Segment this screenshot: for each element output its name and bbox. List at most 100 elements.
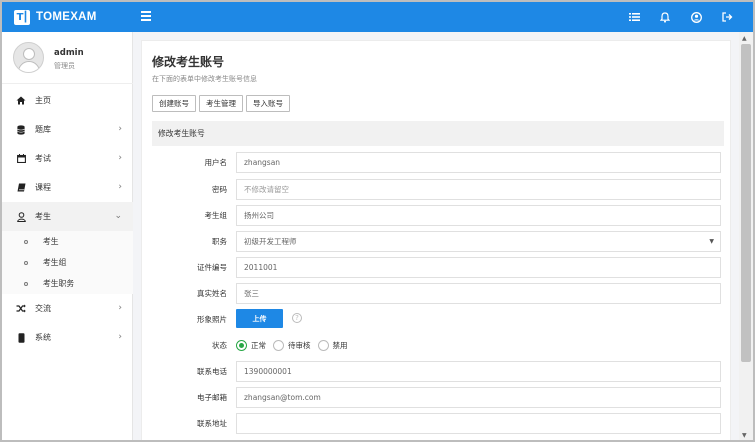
top-icons xyxy=(628,2,733,32)
bell-icon[interactable] xyxy=(659,11,671,23)
candidate-manage-button[interactable]: 考生管理 xyxy=(199,95,243,112)
calendar-icon xyxy=(16,154,26,164)
position-label: 职务 xyxy=(212,237,227,246)
app-frame: T┃ TOMEXAM admin 管理员 主页 题库 › 考试 › 课程 › 考… xyxy=(0,0,755,442)
chevron-right-icon: › xyxy=(118,182,122,192)
chevron-down-icon: ⌄ xyxy=(114,211,122,221)
chevron-right-icon: › xyxy=(118,153,122,163)
radio-checked-icon xyxy=(236,340,247,351)
upload-button[interactable]: 上传 xyxy=(236,309,283,328)
sidebar-item-label: 题库 xyxy=(35,125,51,134)
radio-icon xyxy=(273,340,284,351)
form-row-username: 用户名 zhangsan xyxy=(152,152,724,173)
cert-no-label: 证件编号 xyxy=(197,263,227,272)
submenu-item-candidate-group[interactable]: 考生组 xyxy=(2,252,133,273)
brand-logo: T┃ xyxy=(14,9,30,25)
password-input[interactable]: 不修改请留空 xyxy=(236,179,721,200)
real-name-input[interactable]: 张三 xyxy=(236,283,721,304)
sidebar-item-exam[interactable]: 考试 › xyxy=(2,144,133,173)
cert-no-input[interactable]: 2011001 xyxy=(236,257,721,278)
submenu-item-label: 考生职务 xyxy=(43,279,75,288)
position-select[interactable]: 初级开发工程师 ▼ xyxy=(236,231,721,252)
chevron-right-icon: › xyxy=(118,303,122,313)
status-radio-disabled[interactable]: 禁用 xyxy=(317,340,348,351)
sidebar-item-home[interactable]: 主页 xyxy=(2,86,133,115)
radio-icon xyxy=(317,340,329,351)
chevron-right-icon: › xyxy=(118,124,122,134)
form-row-cert-no: 证件编号 2011001 xyxy=(152,257,724,278)
form-row-status: 状态 正常 待审核 禁用 xyxy=(152,335,724,356)
phone-input[interactable]: 1390000001 xyxy=(236,361,721,382)
scrollbar-thumb[interactable] xyxy=(741,44,751,362)
import-account-button[interactable]: 导入账号 xyxy=(246,95,290,112)
sidebar-menu: 主页 题库 › 考试 › 课程 › 考生 ⌄ 考生 考生组 考生职务 交流 › … xyxy=(2,86,133,352)
form-row-phone: 联系电话 1390000001 xyxy=(152,361,724,382)
scrollbar[interactable]: ▲ ▼ xyxy=(739,32,753,440)
create-account-button[interactable]: 创建账号 xyxy=(152,95,196,112)
section-header: 修改考生账号 xyxy=(152,121,724,146)
page-title: 修改考生账号 xyxy=(152,55,225,69)
username-input[interactable]: zhangsan xyxy=(236,152,721,173)
address-input[interactable] xyxy=(236,413,721,434)
brand-name: TOMEXAM xyxy=(36,11,97,23)
chevron-right-icon: › xyxy=(118,332,122,342)
status-radio-normal[interactable]: 正常 xyxy=(236,340,266,351)
form-row-photo: 形象照片 上传 ? xyxy=(152,309,724,330)
submenu-candidate: 考生 考生组 考生职务 xyxy=(2,231,133,294)
logout-icon[interactable] xyxy=(721,11,733,23)
user-panel: admin 管理员 xyxy=(2,32,133,84)
sidebar-item-label: 考试 xyxy=(35,154,51,163)
scroll-down-icon[interactable]: ▼ xyxy=(742,432,747,439)
scroll-up-icon[interactable]: ▲ xyxy=(742,35,747,42)
brand[interactable]: T┃ TOMEXAM xyxy=(2,2,133,32)
submenu-item-candidate-position[interactable]: 考生职务 xyxy=(2,273,133,294)
sidebar: admin 管理员 主页 题库 › 考试 › 课程 › 考生 ⌄ 考生 考生组 … xyxy=(2,32,133,440)
sidebar-item-label: 交流 xyxy=(35,304,51,313)
username-label: 用户名 xyxy=(204,158,228,167)
radio-label: 禁用 xyxy=(332,341,348,350)
email-input[interactable]: zhangsan@tom.com xyxy=(236,387,721,408)
list-icon[interactable] xyxy=(628,11,640,23)
menu-icon[interactable] xyxy=(141,11,151,21)
real-name-label: 真实姓名 xyxy=(197,289,227,298)
status-radio-pending[interactable]: 待审核 xyxy=(273,340,311,351)
caret-down-icon: ▼ xyxy=(709,238,714,245)
address-label: 联系地址 xyxy=(197,419,227,428)
avatar[interactable] xyxy=(13,42,44,73)
form-row-address: 联系地址 xyxy=(152,413,724,434)
sidebar-item-communication[interactable]: 交流 › xyxy=(2,294,133,323)
book-icon xyxy=(16,183,26,193)
group-label: 考生组 xyxy=(204,211,228,220)
sidebar-item-course[interactable]: 课程 › xyxy=(2,173,133,202)
sidebar-item-candidate[interactable]: 考生 ⌄ xyxy=(2,202,133,231)
status-label: 状态 xyxy=(212,341,227,350)
password-label: 密码 xyxy=(212,185,227,194)
sidebar-item-label: 系统 xyxy=(35,333,51,342)
database-icon xyxy=(16,124,26,135)
user-role: 管理员 xyxy=(54,62,75,70)
user-icon[interactable] xyxy=(690,11,702,23)
bullet-icon xyxy=(24,260,28,265)
group-input[interactable]: 扬州公司 xyxy=(236,205,721,226)
user-name: admin xyxy=(54,48,84,58)
status-radio-group: 正常 待审核 禁用 xyxy=(236,335,348,356)
bullet-icon xyxy=(24,239,28,244)
form-row-position: 职务 初级开发工程师 ▼ xyxy=(152,231,724,252)
sidebar-item-label: 课程 xyxy=(35,183,51,192)
photo-label: 形象照片 xyxy=(197,315,227,324)
sidebar-item-system[interactable]: 系统 › xyxy=(2,323,133,352)
form-row-password: 密码 不修改请留空 xyxy=(152,179,724,200)
form-row-real-name: 真实姓名 张三 xyxy=(152,283,724,304)
sidebar-item-question-bank[interactable]: 题库 › xyxy=(2,115,133,144)
action-buttons: 创建账号 考生管理 导入账号 xyxy=(152,95,290,112)
user-outline-icon xyxy=(16,211,26,222)
page-subtitle: 在下面的表单中修改考生账号信息 xyxy=(152,75,257,83)
phone-label: 联系电话 xyxy=(197,367,227,376)
form-row-group: 考生组 扬州公司 xyxy=(152,205,724,226)
mobile-icon xyxy=(16,332,26,343)
help-icon[interactable]: ? xyxy=(292,313,302,323)
sidebar-item-label: 主页 xyxy=(35,96,51,105)
top-bar: T┃ TOMEXAM xyxy=(2,2,753,32)
position-value: 初级开发工程师 xyxy=(244,237,297,246)
submenu-item-candidate[interactable]: 考生 xyxy=(2,231,133,252)
